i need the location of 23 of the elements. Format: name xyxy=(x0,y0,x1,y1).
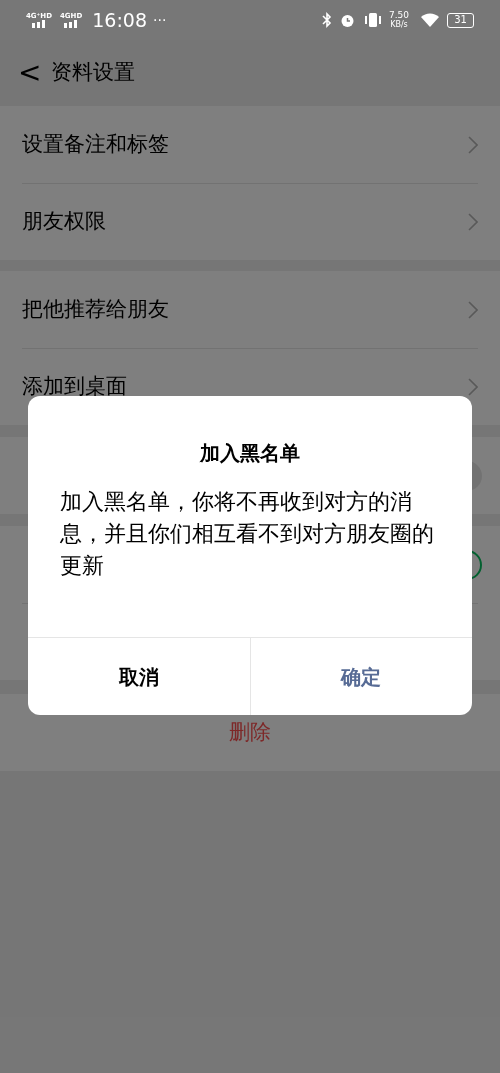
speed-unit: KB/s xyxy=(390,20,408,29)
clock: 16:08 xyxy=(92,7,148,33)
signal-icon xyxy=(31,20,47,28)
settings-label[interactable]: 设置备注和标签 xyxy=(22,128,169,161)
wifi-icon xyxy=(421,13,439,27)
chevron-icon xyxy=(468,213,478,231)
alarm-icon xyxy=(339,12,355,28)
chevron-icon xyxy=(468,300,478,319)
cancel-button[interactable]: 取消 xyxy=(28,638,251,715)
signal-icon xyxy=(63,20,80,28)
dialog-title: 加入黑名单 xyxy=(199,440,301,467)
battery-icon: 31 xyxy=(447,12,474,28)
chevron-icon xyxy=(468,135,478,154)
speed-value: 7.50 xyxy=(388,11,409,20)
settings-label[interactable]: 把他推荐给朋友 xyxy=(22,293,169,326)
back-button[interactable]: < xyxy=(18,59,42,87)
more-indicator: ··· xyxy=(153,10,167,30)
settings-label[interactable]: 朋友权限 xyxy=(22,206,106,238)
page-title: 资料设置 xyxy=(51,59,136,87)
vibrate-icon xyxy=(364,13,381,27)
bluetooth-icon xyxy=(321,12,332,28)
dialog-message: 加入黑名单，你将不再收到对方的消息，并且你们相互看不到对方朋友圈的更新 xyxy=(60,488,435,580)
chevron-icon xyxy=(468,378,478,396)
